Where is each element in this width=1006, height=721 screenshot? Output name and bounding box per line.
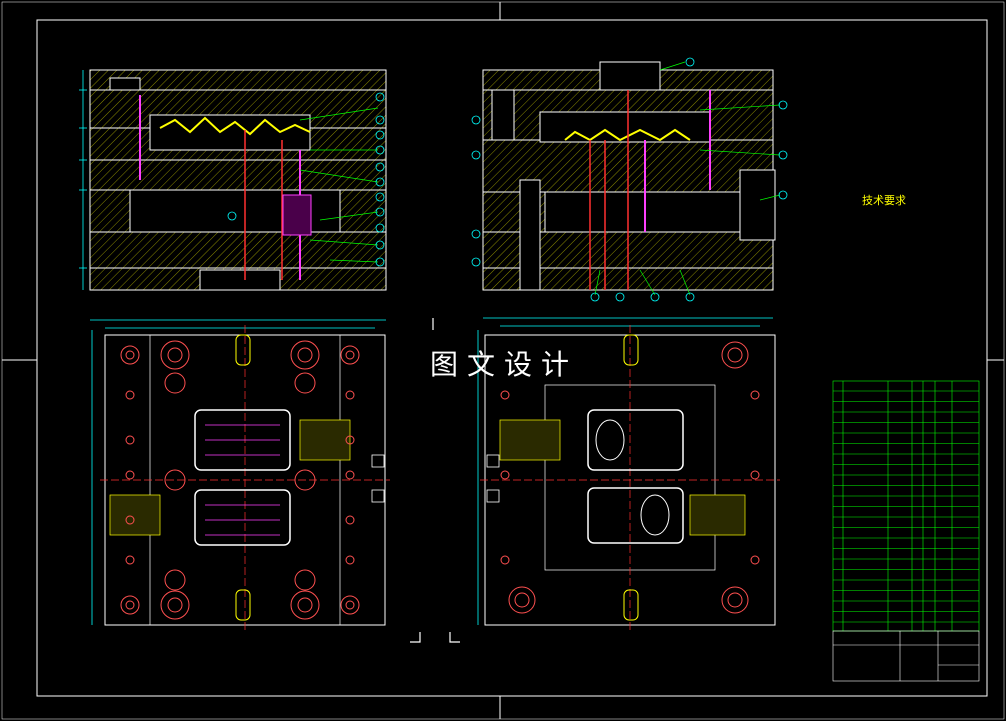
watermark-text: 图文设计 [430,348,579,381]
balloon-marker-icon [471,150,481,160]
balloon-marker-icon [650,292,660,302]
balloon-marker-icon [471,229,481,239]
plan-view-left [90,319,390,630]
balloon-marker-icon [778,150,788,160]
balloon-marker-icon [778,100,788,110]
parts-list-table [832,380,980,682]
balloon-marker-icon [778,190,788,200]
balloon-marker-icon [685,57,695,67]
technical-requirements-title: 技术要求 [862,194,906,207]
section-view-left [79,69,387,291]
section-view-right [471,57,788,302]
balloon-marker-icon [615,292,625,302]
balloon-marker-icon [471,115,481,125]
balloon-marker-icon [471,257,481,267]
